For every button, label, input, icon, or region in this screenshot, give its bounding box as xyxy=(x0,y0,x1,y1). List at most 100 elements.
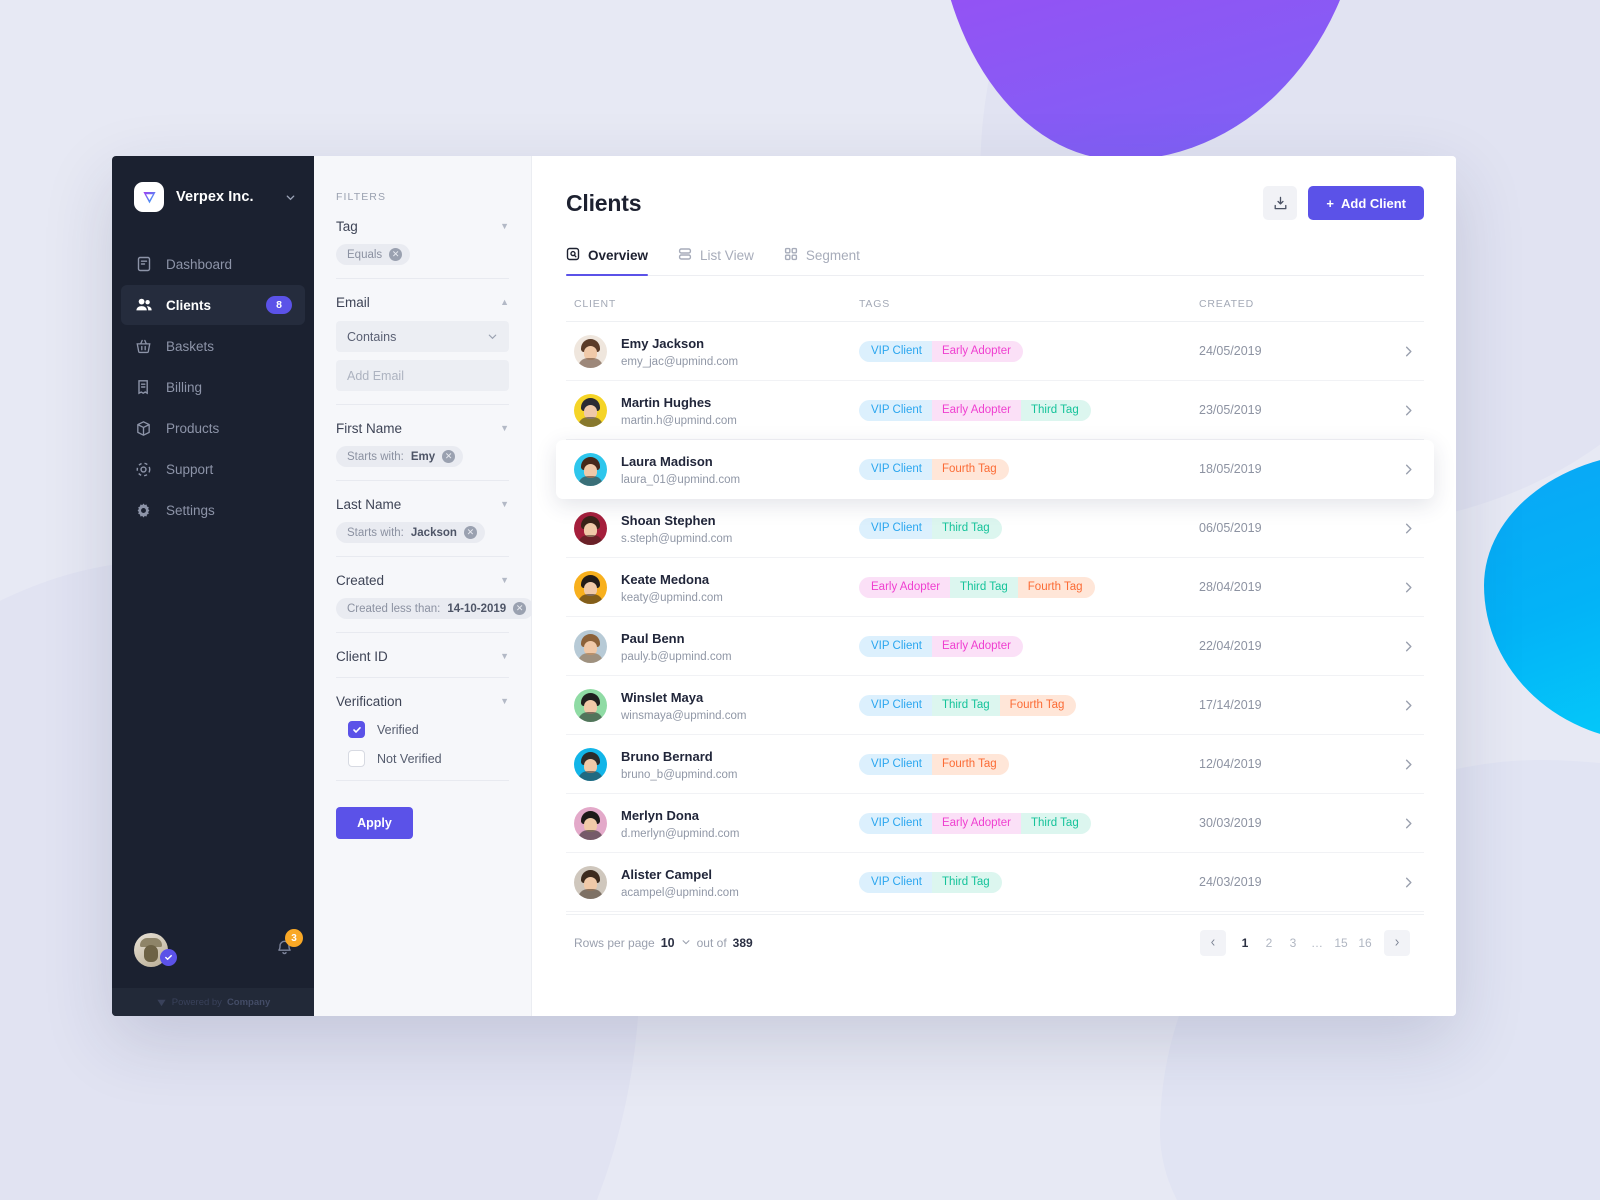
apply-filters-button[interactable]: Apply xyxy=(336,807,413,839)
created-date: 24/05/2019 xyxy=(1199,344,1262,358)
email-input[interactable]: Add Email xyxy=(336,360,509,391)
client-email: martin.h@upmind.com xyxy=(621,414,737,427)
pagination-page-3[interactable]: 3 xyxy=(1282,930,1304,956)
chevron-down-icon[interactable] xyxy=(285,192,296,203)
table-row[interactable]: Keate Medona keaty@upmind.com Early Adopte… xyxy=(566,558,1424,617)
powered-by-prefix: Powered by xyxy=(171,996,222,1008)
notifications-button[interactable]: 3 xyxy=(275,929,303,962)
chevron-right-icon[interactable] xyxy=(1401,521,1416,536)
products-icon xyxy=(134,419,153,438)
table-row[interactable]: Merlyn Dona d.merlyn@upmind.com VIP Client… xyxy=(566,794,1424,853)
chevron-right-icon[interactable] xyxy=(1401,639,1416,654)
avatar xyxy=(574,334,607,368)
pagination-next-button[interactable] xyxy=(1384,929,1410,956)
tag-badge: Fourth Tag xyxy=(999,694,1077,716)
sidebar-item-dashboard[interactable]: Dashboard xyxy=(121,244,305,284)
sidebar-item-clients[interactable]: Clients 8 xyxy=(121,285,305,325)
client-email: pauly.b@upmind.com xyxy=(621,650,732,663)
client-email: keaty@upmind.com xyxy=(621,591,723,604)
avatar xyxy=(574,806,607,840)
created-date: 22/04/2019 xyxy=(1199,639,1262,653)
table-row[interactable]: Paul Benn pauly.b@upmind.com VIP Client Ear… xyxy=(566,617,1424,676)
client-email: bruno_b@upmind.com xyxy=(621,768,738,781)
dashboard-icon xyxy=(134,255,153,274)
table-row[interactable]: Winslet Maya winsmaya@upmind.com VIP Clien… xyxy=(566,676,1424,735)
chevron-down-icon[interactable]: ▼ xyxy=(500,697,509,706)
chevron-down-icon[interactable]: ▼ xyxy=(500,424,509,433)
tag-badge: VIP Client xyxy=(859,517,932,539)
tab-overview[interactable]: Overview xyxy=(566,247,649,276)
rows-per-page-label: Rows per page xyxy=(574,935,655,950)
chevron-down-icon[interactable]: ▼ xyxy=(500,652,509,661)
chevron-down-icon[interactable]: ▼ xyxy=(500,222,509,231)
chevron-right-icon[interactable] xyxy=(1401,462,1416,477)
sidebar-item-baskets[interactable]: Baskets xyxy=(121,326,305,366)
checkbox-verified[interactable]: Verified xyxy=(336,721,509,738)
user-avatar[interactable] xyxy=(134,933,177,967)
chevron-right-icon[interactable] xyxy=(1401,344,1416,359)
brand-name: Verpex Inc. xyxy=(176,189,254,205)
export-download-icon[interactable] xyxy=(1263,186,1298,220)
sidebar-item-settings[interactable]: Settings xyxy=(121,490,305,530)
chevron-down-icon[interactable]: ▼ xyxy=(500,576,509,585)
pagination-page-1[interactable]: 1 xyxy=(1234,930,1256,956)
pagination-page-2[interactable]: 2 xyxy=(1258,930,1280,956)
tab-segment[interactable]: Segment xyxy=(784,247,860,275)
tags-cell: VIP Client Early Adopter xyxy=(859,635,1199,657)
tags-cell: VIP Client Early Adopter Third Tag xyxy=(859,399,1199,421)
pagination-page-15[interactable]: 15 xyxy=(1330,930,1352,956)
table-row[interactable]: Emy Jackson emy_jac@upmind.com VIP Client E… xyxy=(566,322,1424,381)
remove-chip-icon[interactable]: ✕ xyxy=(389,248,403,261)
client-cell: Emy Jackson emy_jac@upmind.com xyxy=(574,334,859,368)
remove-chip-icon[interactable]: ✕ xyxy=(513,602,527,615)
sidebar-item-support[interactable]: Support xyxy=(121,449,305,489)
chevron-up-icon[interactable]: ▲ xyxy=(500,298,509,307)
client-name: Martin Hughes xyxy=(621,394,712,410)
table-header: CLIENT TAGS CREATED xyxy=(566,276,1424,321)
table-row[interactable]: Martin Hughes martin.h@upmind.com VIP Clie… xyxy=(566,381,1424,440)
sidebar-footer-bar: 3 xyxy=(112,912,314,988)
chevron-right-icon[interactable] xyxy=(1401,875,1416,890)
pagination-page-16[interactable]: 16 xyxy=(1354,930,1376,956)
tags-cell: VIP Client Fourth Tag xyxy=(859,458,1199,480)
chevron-right-icon[interactable] xyxy=(1401,698,1416,713)
sidebar-item-billing[interactable]: Billing xyxy=(121,367,305,407)
chevron-down-icon[interactable]: ▼ xyxy=(500,500,509,509)
tag-badge: VIP Client xyxy=(859,694,932,716)
avatar xyxy=(574,452,607,486)
created-date: 18/05/2019 xyxy=(1199,462,1262,476)
client-name: Laura Madison xyxy=(621,453,713,469)
filters-panel: FILTERS Tag ▼ Equals ✕ Email ▲ Contains xyxy=(314,156,535,1016)
table-row[interactable]: Shoan Stephen s.steph@upmind.com VIP Clien… xyxy=(566,499,1424,558)
created-date: 24/03/2019 xyxy=(1199,875,1262,889)
table-row[interactable]: Laura Madison laura_01@upmind.com VIP Clie… xyxy=(556,440,1434,499)
client-cell: Bruno Bernard bruno_b@upmind.com xyxy=(574,747,859,781)
pagination-prev-button[interactable] xyxy=(1200,929,1226,956)
table-row[interactable]: Alister Campel acampel@upmind.com VIP Clie… xyxy=(566,853,1424,912)
remove-chip-icon[interactable]: ✕ xyxy=(442,450,456,463)
sidebar-item-label: Products xyxy=(166,420,220,436)
filter-group-first-name: First Name ▼ Starts with: Emy ✕ xyxy=(336,405,509,481)
filter-group-email: Email ▲ Contains Add Email xyxy=(336,279,509,405)
chevron-right-icon[interactable] xyxy=(1401,580,1416,595)
chevron-right-icon[interactable] xyxy=(1401,816,1416,831)
checkbox-not-verified[interactable]: Not Verified xyxy=(336,750,509,767)
check-badge-icon xyxy=(160,949,177,966)
chevron-right-icon[interactable] xyxy=(1401,757,1416,772)
filter-chip-first-name: Starts with: Emy ✕ xyxy=(336,446,464,467)
checkbox-empty-icon xyxy=(348,750,365,767)
filters-title: FILTERS xyxy=(336,191,387,203)
table-row[interactable]: Bruno Bernard bruno_b@upmind.com VIP Clien… xyxy=(566,735,1424,794)
sidebar-item-products[interactable]: Products xyxy=(121,408,305,448)
brand-switcher[interactable]: Verpex Inc. xyxy=(112,156,314,212)
avatar xyxy=(574,688,607,722)
add-client-button[interactable]: + Add Client xyxy=(1308,186,1424,220)
remove-chip-icon[interactable]: ✕ xyxy=(463,526,477,539)
chevron-right-icon[interactable] xyxy=(1401,403,1416,418)
clients-count-badge: 8 xyxy=(266,296,292,314)
email-condition-select[interactable]: Contains xyxy=(336,321,509,352)
tags-cell: VIP Client Third Tag xyxy=(859,871,1199,893)
tab-list-view[interactable]: List View xyxy=(678,247,754,275)
page-links: 1 2 3 … 15 16 xyxy=(1194,929,1416,956)
rows-per-page-control[interactable]: Rows per page 10 out of 389 xyxy=(574,936,753,950)
